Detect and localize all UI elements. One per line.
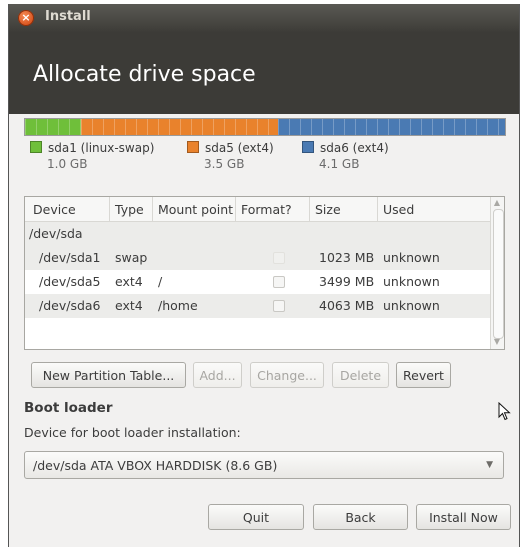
usage-segment-sda1 <box>25 119 81 135</box>
legend-item-sda5: sda5 (ext4) 3.5 GB <box>187 141 274 171</box>
format-checkbox[interactable] <box>273 276 285 288</box>
col-device[interactable]: Device <box>33 202 76 217</box>
legend-size-sda6: 4.1 GB <box>319 157 360 171</box>
window-title: Install <box>45 9 91 24</box>
table-scrollbar[interactable]: ▲ ▼ <box>490 197 504 349</box>
legend-item-sda6: sda6 (ext4) 4.1 GB <box>302 141 389 171</box>
table-row[interactable]: /dev/sda5 ext4 / 3499 MB unknown <box>25 270 490 294</box>
scroll-up-icon[interactable]: ▲ <box>493 198 501 207</box>
boot-device-select[interactable]: /dev/sda ATA VBOX HARDDISK (8.6 GB) ▼ <box>24 451 504 479</box>
revert-button[interactable]: Revert <box>396 362 451 388</box>
group-label: /dev/sda <box>29 226 83 241</box>
col-format[interactable]: Format? <box>241 202 292 217</box>
page-title: Allocate drive space <box>33 62 256 87</box>
back-button[interactable]: Back <box>313 504 408 530</box>
legend-item-sda1: sda1 (linux-swap) 1.0 GB <box>30 141 154 171</box>
col-used[interactable]: Used <box>383 202 414 217</box>
swatch-sda1 <box>30 141 42 153</box>
legend-size-sda1: 1.0 GB <box>47 157 88 171</box>
install-now-button[interactable]: Install Now <box>416 504 511 530</box>
col-size[interactable]: Size <box>315 202 341 217</box>
format-checkbox[interactable] <box>273 300 285 312</box>
table-header: Device Type Mount point Format? Size Use… <box>25 197 490 222</box>
boot-loader-label: Device for boot loader installation: <box>24 425 241 440</box>
add-partition-button[interactable]: Add... <box>193 362 242 388</box>
title-bar: × Install <box>9 4 519 32</box>
table-row[interactable]: /dev/sda1 swap 1023 MB unknown <box>25 246 490 270</box>
mouse-pointer-icon <box>498 402 511 421</box>
disk-usage-bar <box>24 118 506 136</box>
col-type[interactable]: Type <box>115 202 144 217</box>
swatch-sda5 <box>187 141 199 153</box>
page-header: Allocate drive space <box>9 32 519 114</box>
new-partition-table-button[interactable]: New Partition Table... <box>31 362 186 388</box>
quit-button[interactable]: Quit <box>208 504 304 530</box>
boot-loader-heading: Boot loader <box>24 400 113 416</box>
table-row-group[interactable]: /dev/sda <box>25 222 490 246</box>
change-partition-button[interactable]: Change... <box>250 362 324 388</box>
legend-size-sda5: 3.5 GB <box>204 157 245 171</box>
usage-segment-sda5 <box>81 119 278 135</box>
chevron-down-icon: ▼ <box>486 460 493 470</box>
col-mount-point[interactable]: Mount point <box>158 202 233 217</box>
close-icon[interactable]: × <box>18 10 34 26</box>
partition-table[interactable]: Device Type Mount point Format? Size Use… <box>24 196 505 350</box>
boot-device-value: /dev/sda ATA VBOX HARDDISK (8.6 GB) <box>33 458 278 473</box>
scroll-thumb[interactable] <box>493 209 504 339</box>
delete-partition-button[interactable]: Delete <box>332 362 389 388</box>
table-row[interactable]: /dev/sda6 ext4 /home 4063 MB unknown <box>25 294 490 318</box>
swatch-sda6 <box>302 141 314 153</box>
usage-segment-sda6 <box>278 119 505 135</box>
format-checkbox[interactable] <box>273 252 285 264</box>
scroll-down-icon[interactable]: ▼ <box>493 337 501 346</box>
